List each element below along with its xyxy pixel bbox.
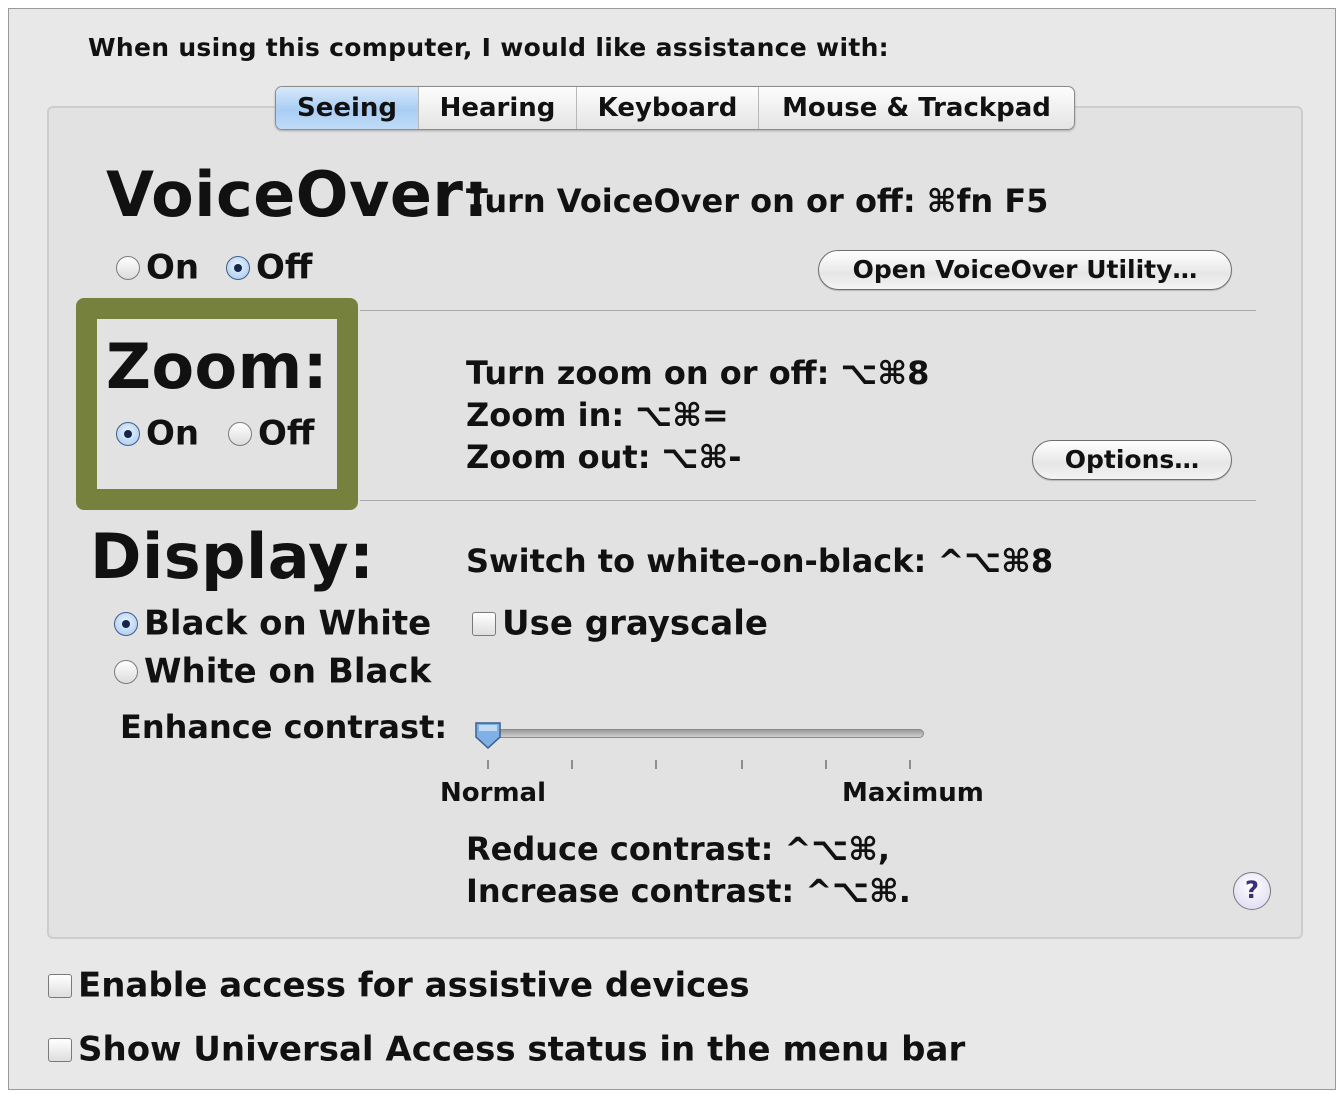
white-on-black-radio[interactable]: White on Black — [114, 650, 431, 692]
show-status-menu-bar-label: Show Universal Access status in the menu… — [78, 1029, 966, 1070]
increase-contrast-shortcut: Increase contrast: ^⌥⌘. — [466, 872, 911, 910]
zoom-highlight-frame — [76, 298, 358, 510]
open-voiceover-utility-button[interactable]: Open VoiceOver Utility… — [818, 250, 1232, 290]
use-grayscale-checkbox[interactable]: Use grayscale — [472, 602, 768, 644]
section-divider — [360, 500, 1256, 501]
tab-mouse-trackpad[interactable]: Mouse & Trackpad — [759, 87, 1074, 129]
use-grayscale-label: Use grayscale — [502, 603, 768, 644]
section-divider — [360, 310, 1256, 311]
zoom-options-button[interactable]: Options… — [1032, 440, 1232, 480]
tab-hearing[interactable]: Hearing — [419, 87, 577, 129]
display-shortcut: Switch to white-on-black: ^⌥⌘8 — [466, 542, 1054, 580]
voiceover-off-label: Off — [256, 247, 313, 288]
slider-tick — [487, 760, 489, 769]
tab-seeing[interactable]: Seeing — [276, 87, 419, 129]
help-icon: ? — [1245, 876, 1259, 904]
reduce-contrast-shortcut: Reduce contrast: ^⌥⌘, — [466, 830, 891, 868]
slider-tick — [825, 760, 827, 769]
slider-tick — [741, 760, 743, 769]
show-status-menu-bar-checkbox[interactable]: Show Universal Access status in the menu… — [48, 1028, 965, 1070]
black-on-white-radio[interactable]: Black on White — [114, 602, 431, 644]
enhance-contrast-label: Enhance contrast: — [120, 708, 448, 746]
radio-icon — [114, 659, 138, 684]
contrast-slider-knob[interactable] — [473, 720, 503, 750]
enable-assistive-devices-checkbox[interactable]: Enable access for assistive devices — [48, 964, 750, 1006]
display-title: Display: — [90, 520, 375, 593]
black-on-white-label: Black on White — [144, 603, 432, 644]
voiceover-on-radio[interactable]: On — [116, 246, 199, 288]
radio-selected-icon — [114, 611, 138, 636]
enable-assistive-devices-label: Enable access for assistive devices — [78, 965, 750, 1006]
radio-selected-icon — [226, 255, 250, 280]
voiceover-on-label: On — [146, 247, 200, 288]
zoom-in-shortcut: Zoom in: ⌥⌘= — [466, 396, 729, 434]
checkbox-icon — [472, 611, 496, 636]
checkbox-icon — [48, 1037, 72, 1062]
voiceover-off-radio[interactable]: Off — [226, 246, 312, 288]
contrast-normal-label: Normal — [440, 778, 546, 808]
contrast-maximum-label: Maximum — [842, 778, 984, 808]
contrast-slider-track[interactable] — [476, 729, 924, 738]
help-button[interactable]: ? — [1233, 872, 1271, 910]
checkbox-icon — [48, 973, 72, 998]
slider-tick — [571, 760, 573, 769]
slider-tick — [655, 760, 657, 769]
tab-keyboard[interactable]: Keyboard — [577, 87, 759, 129]
slider-tick — [909, 760, 911, 769]
zoom-out-shortcut: Zoom out: ⌥⌘- — [466, 438, 742, 476]
tab-bar: Seeing Hearing Keyboard Mouse & Trackpad — [275, 86, 1075, 130]
white-on-black-label: White on Black — [144, 651, 432, 692]
radio-icon — [116, 255, 140, 280]
voiceover-title: VoiceOver: — [106, 158, 489, 231]
zoom-toggle-shortcut: Turn zoom on or off: ⌥⌘8 — [466, 354, 930, 392]
voiceover-shortcut: Turn VoiceOver on or off: ⌘fn F5 — [466, 182, 1049, 220]
assistance-prompt: When using this computer, I would like a… — [88, 33, 889, 62]
